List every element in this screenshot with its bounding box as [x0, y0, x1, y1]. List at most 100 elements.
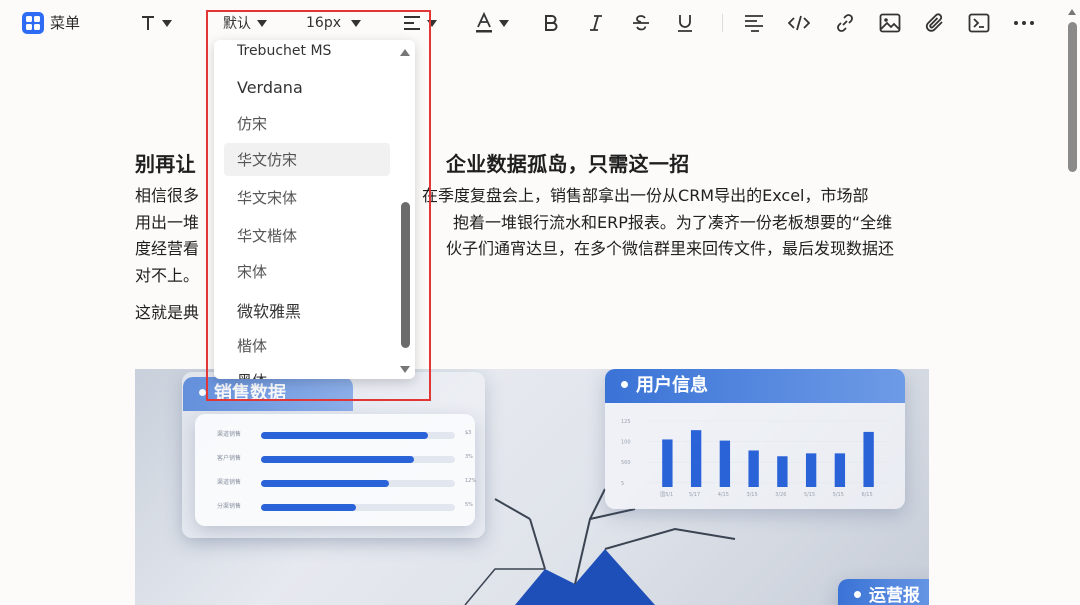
- font-option[interactable]: 华文宋体: [224, 181, 390, 214]
- italic-button[interactable]: [589, 10, 603, 36]
- font-color-button[interactable]: [475, 10, 509, 36]
- hbar-value: $3: [465, 430, 472, 436]
- font-option[interactable]: 微软雅黑: [224, 293, 390, 326]
- chart-bar: [748, 450, 759, 487]
- x-tick-label: 6/15: [861, 492, 872, 498]
- italic-icon: [590, 15, 602, 31]
- dropdown-scrollbar-thumb[interactable]: [401, 202, 410, 348]
- text-style-button[interactable]: [140, 10, 172, 36]
- paragraph-icon: [745, 15, 763, 32]
- bold-button[interactable]: [543, 10, 559, 36]
- chevron-down-icon: [257, 19, 267, 27]
- strikethrough-button[interactable]: [632, 10, 650, 36]
- para-line: 用出一堆: [135, 212, 200, 232]
- menu-logo-icon[interactable]: [22, 12, 44, 34]
- code-button[interactable]: [788, 10, 810, 36]
- toolbar: 菜单 默认 16px: [0, 0, 1080, 46]
- title-part-right: 企业数据孤岛，只需这一招: [445, 152, 690, 176]
- para-line: 抱着一堆银行流水和ERP报表。为了凑齐一份老板想要的“全维: [453, 212, 893, 232]
- chart-bar: [834, 453, 846, 487]
- more-icon: [1014, 21, 1034, 25]
- hbar-label: 客户销售: [217, 455, 242, 462]
- align-icon: [404, 16, 420, 30]
- font-family-select[interactable]: 默认: [223, 10, 267, 36]
- font-option[interactable]: 华文仿宋: [224, 143, 390, 176]
- users-card-title: 用户信息: [605, 369, 905, 403]
- terminal-button[interactable]: [968, 10, 990, 36]
- page-scroll-up-icon[interactable]: [1068, 9, 1076, 15]
- font-family-dropdown[interactable]: Trebuchet MS Verdana 仿宋 华文仿宋华文宋体华文楷体 宋体微软雅黑楷…: [214, 40, 415, 379]
- hbar-value: 5%: [465, 502, 473, 508]
- code-icon: [788, 15, 810, 31]
- title-part-left: 别再让: [135, 152, 196, 176]
- chevron-down-icon: [499, 19, 509, 27]
- ops-card: 运营报: [838, 579, 929, 605]
- hbar-label: 渠道销售: [217, 479, 242, 486]
- align-button[interactable]: [403, 10, 437, 36]
- font-option[interactable]: 楷体: [224, 329, 390, 362]
- scroll-down-arrow-icon[interactable]: [400, 366, 410, 373]
- illustration-image: 渠道销售 $3 客户销售 3% 渠道销售 12% 分渠销售 5% 销售数据 用户…: [135, 369, 929, 605]
- sales-card-title: 销售数据: [183, 377, 353, 411]
- menu-label[interactable]: 菜单: [50, 13, 80, 33]
- image-button[interactable]: [879, 10, 901, 36]
- font-size-value: 16px: [306, 15, 341, 31]
- chart-bar: [690, 430, 702, 487]
- chevron-down-icon: [427, 19, 437, 27]
- font-color-icon: [476, 12, 492, 33]
- more-button[interactable]: [1013, 10, 1035, 36]
- ops-card-title: 运营报: [838, 579, 929, 605]
- y-tick-label: 125: [621, 419, 631, 425]
- paragraph-button[interactable]: [744, 10, 764, 36]
- toolbar-divider: [722, 14, 723, 32]
- paragraph-2[interactable]: 这就是典: [135, 300, 199, 326]
- para-line: 对不上。: [135, 265, 200, 285]
- bold-icon: [545, 15, 558, 31]
- hbar-fill: [261, 480, 390, 487]
- link-button[interactable]: [835, 10, 855, 36]
- para-line: 度经营看: [135, 239, 200, 258]
- font-option[interactable]: 宋体: [224, 255, 390, 288]
- strikethrough-icon: [633, 15, 649, 31]
- text-style-icon: [142, 16, 154, 30]
- page-scrollbar-thumb[interactable]: [1068, 22, 1077, 172]
- users-bar-chart: 125 100 560 5 国5/1 5/17 4/15 3/15 3/26 5/15 5/15 6/…: [621, 419, 889, 498]
- chart-bar: [662, 439, 673, 487]
- font-option[interactable]: 华文楷体: [224, 219, 390, 252]
- attachment-button[interactable]: [925, 10, 945, 36]
- paperclip-icon: [925, 13, 943, 32]
- scroll-up-arrow-icon[interactable]: [400, 49, 410, 56]
- hbar-fill: [261, 432, 428, 439]
- x-tick-label: 5/15: [804, 492, 815, 498]
- underline-button[interactable]: [677, 10, 693, 36]
- font-option[interactable]: Trebuchet MS: [224, 40, 390, 67]
- chart-bar: [863, 431, 874, 487]
- underline-icon: [678, 15, 692, 32]
- y-tick-label: 5: [621, 481, 624, 487]
- chevron-down-icon: [351, 19, 361, 27]
- font-family-value: 默认: [223, 16, 251, 32]
- hbar-label: 渠道销售: [217, 431, 242, 438]
- image-icon: [879, 13, 901, 33]
- para-line: 伙子们通宵达旦，在多个微信群里来回传文件，最后发现数据还: [446, 239, 895, 258]
- users-card: 用户信息 125 100 560 5 国5/1 5/17 4/15 3/15 3/26 5/15 5…: [605, 369, 905, 509]
- x-tick-label: 5/15: [833, 492, 844, 498]
- hbar-fill: [261, 456, 415, 463]
- link-icon: [837, 14, 853, 32]
- chevron-down-icon: [162, 19, 172, 27]
- font-option[interactable]: 仿宋: [224, 107, 390, 140]
- chart-bar: [719, 440, 731, 487]
- font-size-select[interactable]: 16px: [306, 10, 361, 36]
- x-tick-label: 5/17: [689, 492, 700, 498]
- x-tick-label: 3/15: [746, 492, 757, 498]
- y-tick-label: 560: [621, 460, 631, 466]
- font-option[interactable]: Verdana: [224, 71, 390, 104]
- x-tick-label: 国5/1: [660, 492, 673, 498]
- x-tick-label: 3/26: [775, 492, 786, 498]
- para-line: 在季度复盘会上，销售部拿出一份从CRM导出的Excel，市场部: [422, 186, 869, 205]
- sales-card: 渠道销售 $3 客户销售 3% 渠道销售 12% 分渠销售 5%: [195, 414, 476, 526]
- font-option[interactable]: 黑体: [224, 364, 390, 379]
- hbar-value: 3%: [465, 454, 473, 460]
- y-tick-label: 100: [621, 440, 631, 446]
- hbar-fill: [261, 504, 357, 511]
